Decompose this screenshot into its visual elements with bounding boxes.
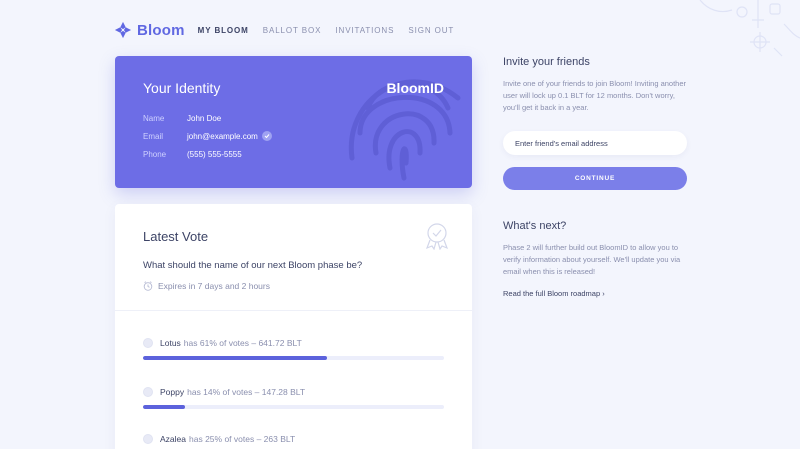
vote-progress-fill (143, 405, 186, 409)
option-name: Poppy (160, 387, 185, 397)
expiry-info: Expires in 7 days and 2 hours (143, 281, 270, 291)
whats-next-description: Phase 2 will further build out BloomID t… (503, 243, 681, 276)
identity-row-phone: Phone (555) 555-5555 (143, 150, 242, 159)
option-radio[interactable] (143, 338, 153, 348)
bloomid-badge: BloomID (386, 80, 444, 96)
divider (115, 310, 472, 311)
email-label: Email (143, 131, 164, 141)
identity-row-name: Name John Doe (143, 114, 221, 123)
decorative-line-art (699, 0, 800, 57)
friend-email-input[interactable] (503, 131, 687, 155)
name-value: John Doe (187, 114, 222, 123)
nav-invitations[interactable]: INVITATIONS (335, 26, 394, 35)
identity-title: Your Identity (143, 80, 221, 96)
phone-value: (555) 555-5555 (187, 150, 242, 159)
vote-title: Latest Vote (143, 229, 209, 244)
option-radio[interactable] (143, 434, 153, 444)
vote-option-poppy[interactable]: Poppy has 14% of votes – 147.28 BLT (143, 387, 444, 409)
vote-question: What should the name of our next Bloom p… (143, 260, 363, 271)
brand-name: Bloom (137, 21, 185, 39)
brand-logo[interactable]: Bloom (114, 21, 185, 39)
invite-description: Invite one of your friends to join Bloom… (503, 79, 687, 112)
verified-check-icon (261, 131, 272, 141)
nav-sign-out[interactable]: SIGN OUT (408, 26, 454, 35)
award-ribbon-icon (425, 223, 449, 250)
expiry-text: Expires in 7 days and 2 hours (158, 281, 270, 291)
identity-row-email: Email john@example.com (143, 131, 272, 141)
option-name: Azalea (160, 434, 186, 444)
nav-my-bloom[interactable]: MY BLOOM (198, 26, 249, 35)
top-nav: Bloom MY BLOOM BALLOT BOX INVITATIONS SI… (114, 18, 468, 42)
option-stats: has 61% of votes – 641.72 BLT (183, 338, 302, 348)
option-radio[interactable] (143, 387, 153, 397)
vote-option-azalea[interactable]: Azalea has 25% of votes – 263 BLT (143, 434, 444, 449)
phone-label: Phone (143, 150, 167, 159)
identity-card: Your Identity BloomID Name John Doe Emai… (115, 56, 472, 188)
whats-next-title: What's next? (503, 220, 567, 232)
name-label: Name (143, 114, 165, 123)
invite-title: Invite your friends (503, 56, 590, 68)
nav-ballot-box[interactable]: BALLOT BOX (263, 26, 322, 35)
bloom-logo-icon (114, 21, 132, 39)
email-value: john@example.com (187, 131, 258, 141)
roadmap-link[interactable]: Read the full Bloom roadmap › (503, 289, 693, 298)
continue-button[interactable]: CONTINUE (503, 167, 687, 190)
vote-progress-track (143, 356, 444, 360)
vote-option-lotus[interactable]: Lotus has 61% of votes – 641.72 BLT (143, 338, 444, 360)
option-name: Lotus (160, 338, 181, 348)
clock-icon (143, 281, 153, 291)
option-stats: has 25% of votes – 263 BLT (189, 434, 296, 444)
vote-progress-track (143, 405, 444, 409)
fingerprint-icon (348, 79, 461, 181)
option-stats: has 14% of votes – 147.28 BLT (187, 387, 306, 397)
latest-vote-card: Latest Vote What should the name of our … (115, 204, 472, 449)
vote-progress-fill (143, 356, 327, 360)
